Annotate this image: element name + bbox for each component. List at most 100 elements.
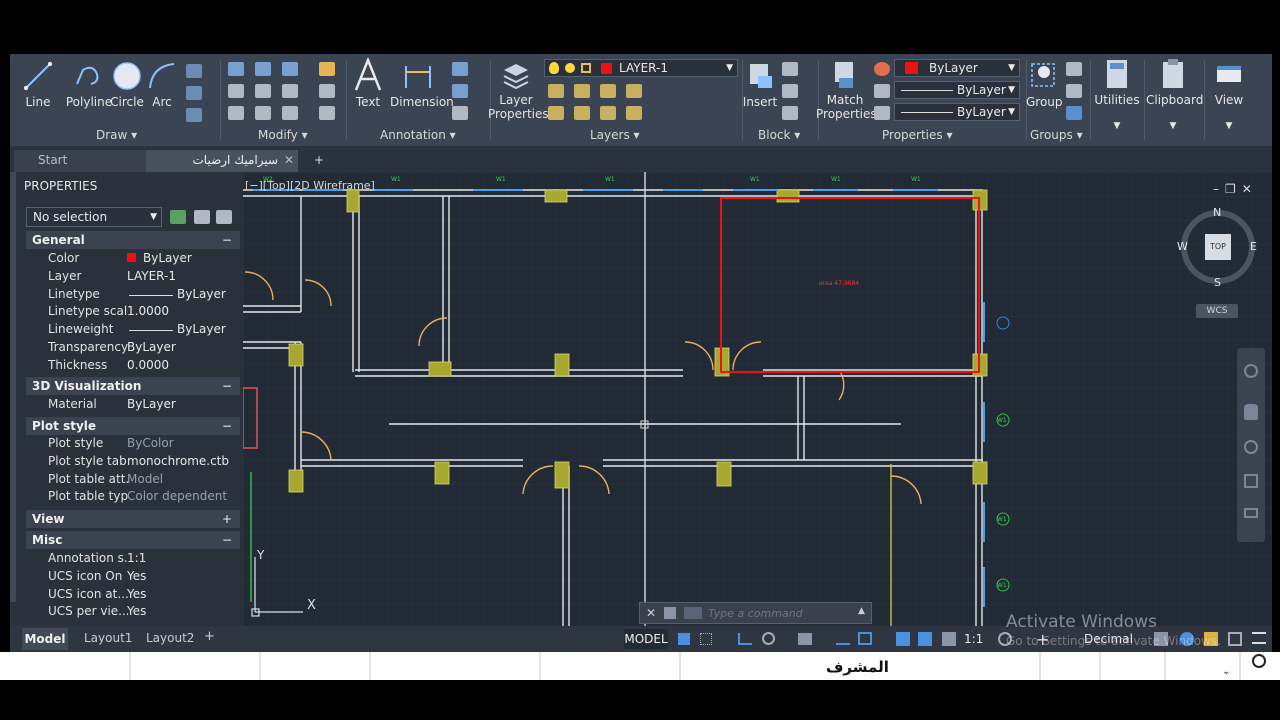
- compass-west[interactable]: W: [1177, 240, 1188, 253]
- layer-freeze-icon[interactable]: [574, 84, 590, 98]
- layout-tab-layout2[interactable]: Layout2: [146, 631, 194, 645]
- block-group-label[interactable]: Block ▾: [758, 128, 800, 142]
- annotation-scale-value[interactable]: 1:1: [964, 632, 983, 646]
- property-value[interactable]: ByLayer: [127, 286, 226, 301]
- property-value[interactable]: LAYER-1: [127, 269, 176, 283]
- property-row[interactable]: Linetype scale 1.0000: [26, 304, 240, 321]
- orbit-icon[interactable]: [1244, 474, 1258, 488]
- close-icon[interactable]: ✕: [284, 150, 294, 170]
- pan-hand-icon[interactable]: [1244, 404, 1258, 420]
- drawing-canvas[interactable]: [−][Top][2D Wireframe] area 47.9684 W2 W…: [243, 172, 1272, 626]
- property-value[interactable]: Yes: [127, 587, 146, 601]
- table-icon[interactable]: [452, 106, 468, 120]
- property-value[interactable]: ByLayer: [127, 322, 226, 337]
- section-view[interactable]: View +: [26, 510, 240, 528]
- tab-start[interactable]: Start: [14, 150, 146, 172]
- annotation-scale-icon[interactable]: [942, 632, 956, 646]
- new-tab-button[interactable]: +: [308, 150, 332, 172]
- scale-icon[interactable]: [255, 106, 271, 120]
- clipboard-tool[interactable]: Clipboard ▼: [1146, 58, 1203, 131]
- layer-lock-icon[interactable]: [626, 84, 642, 98]
- view-tool[interactable]: View ▼: [1208, 58, 1250, 131]
- property-value[interactable]: 1:1: [127, 551, 146, 565]
- group-select-icon[interactable]: [1066, 106, 1082, 120]
- layer-walk-icon[interactable]: [600, 106, 616, 120]
- grid-icon[interactable]: [678, 633, 690, 645]
- property-row[interactable]: Thickness 0.0000: [26, 358, 240, 375]
- text-tool[interactable]: Text: [350, 58, 386, 109]
- layer-properties-tool[interactable]: Layer Properties: [488, 60, 549, 121]
- chevron-down-icon[interactable]: ⌄: [1222, 666, 1230, 677]
- polar-icon[interactable]: [762, 632, 775, 645]
- ortho-icon[interactable]: [738, 633, 752, 645]
- clean-screen-icon[interactable]: [1228, 632, 1242, 646]
- offset-icon[interactable]: [319, 106, 335, 120]
- isodraft-icon[interactable]: [798, 633, 812, 645]
- rectangle-icon[interactable]: [186, 64, 202, 78]
- object-snap-tracking-icon[interactable]: [836, 633, 850, 645]
- group-edit-icon[interactable]: [1066, 84, 1082, 98]
- ungroup-icon[interactable]: [1066, 62, 1082, 76]
- restore-icon[interactable]: ❐: [1225, 182, 1242, 196]
- snap-icon[interactable]: [700, 633, 712, 645]
- property-row[interactable]: Material ByLayer: [26, 397, 240, 414]
- command-input[interactable]: [708, 605, 848, 621]
- customization-menu-icon[interactable]: [1252, 632, 1266, 644]
- layer-isolate-icon[interactable]: [548, 84, 564, 98]
- layout-tab-layout1[interactable]: Layout1: [84, 631, 132, 645]
- toggle-pickadd-icon[interactable]: [170, 210, 186, 224]
- property-value[interactable]: ByLayer: [127, 397, 176, 411]
- property-value[interactable]: Model: [127, 472, 163, 486]
- property-row[interactable]: Transparency ByLayer: [26, 340, 240, 357]
- copy-icon[interactable]: [228, 84, 244, 98]
- group-tool[interactable]: Group: [1026, 58, 1063, 109]
- trim-icon[interactable]: [282, 62, 298, 76]
- hatch-icon[interactable]: [186, 86, 202, 100]
- property-value[interactable]: Yes: [127, 569, 146, 583]
- move-icon[interactable]: [228, 62, 244, 76]
- property-row[interactable]: UCS icon at... Yes: [26, 587, 240, 604]
- property-row[interactable]: Annotation s... 1:1: [26, 551, 240, 568]
- utilities-tool[interactable]: Utilities ▼: [1094, 58, 1140, 131]
- compass-south[interactable]: S: [1214, 276, 1221, 289]
- collapse-icon[interactable]: −: [222, 531, 232, 549]
- stretch-icon[interactable]: [228, 106, 244, 120]
- attribute-icon[interactable]: [782, 106, 798, 120]
- groups-group-label[interactable]: Groups ▾: [1030, 128, 1083, 142]
- layers-group-label[interactable]: Layers ▾: [590, 128, 640, 142]
- section-misc[interactable]: Misc −: [26, 531, 240, 549]
- property-value[interactable]: Color dependent: [127, 489, 227, 503]
- property-row[interactable]: Plot table att... Model: [26, 472, 240, 489]
- property-value[interactable]: ByColor: [127, 436, 174, 450]
- draw-group-label[interactable]: Draw ▾: [96, 128, 137, 142]
- property-value[interactable]: monochrome.ctb: [127, 454, 229, 468]
- close-icon[interactable]: ✕: [1242, 182, 1258, 196]
- color-dropdown[interactable]: ByLayer ▼: [894, 59, 1020, 77]
- match-properties-tool[interactable]: Match Properties: [816, 60, 877, 121]
- tab-drawing[interactable]: سيراميك ارضيات المكاتب* ✕: [146, 150, 298, 187]
- zoom-icon[interactable]: [1244, 440, 1258, 454]
- auto-scale-icon[interactable]: [918, 632, 932, 646]
- wcs-menu[interactable]: WCS: [1196, 304, 1238, 318]
- property-value[interactable]: 1.0000: [127, 304, 169, 318]
- annotation-visibility-icon[interactable]: [896, 632, 910, 646]
- zoom-search-icon[interactable]: [1252, 654, 1266, 668]
- collapse-icon[interactable]: −: [222, 231, 232, 249]
- property-row[interactable]: Lineweight ByLayer: [26, 322, 240, 339]
- color-wheel-icon[interactable]: [874, 62, 890, 76]
- insert-tool[interactable]: Insert: [742, 60, 778, 109]
- collapse-icon[interactable]: −: [222, 417, 232, 435]
- steering-wheel-icon[interactable]: [1244, 364, 1258, 378]
- property-row[interactable]: Plot style ByColor: [26, 436, 240, 453]
- property-value[interactable]: ByLayer: [127, 251, 192, 265]
- viewcube-top-face[interactable]: TOP: [1205, 234, 1231, 260]
- quick-select-icon[interactable]: [216, 210, 232, 224]
- property-row[interactable]: Plot style tab...monochrome.ctb: [26, 454, 240, 471]
- lineweight-dropdown[interactable]: ByLayer ▼: [894, 81, 1020, 99]
- compass-east[interactable]: E: [1250, 240, 1257, 253]
- wrench-icon[interactable]: [664, 607, 676, 619]
- section-3d-visualization[interactable]: 3D Visualization −: [26, 377, 240, 395]
- rotate-icon[interactable]: [255, 62, 271, 76]
- mirror-icon[interactable]: [255, 84, 271, 98]
- create-block-icon[interactable]: [782, 62, 798, 76]
